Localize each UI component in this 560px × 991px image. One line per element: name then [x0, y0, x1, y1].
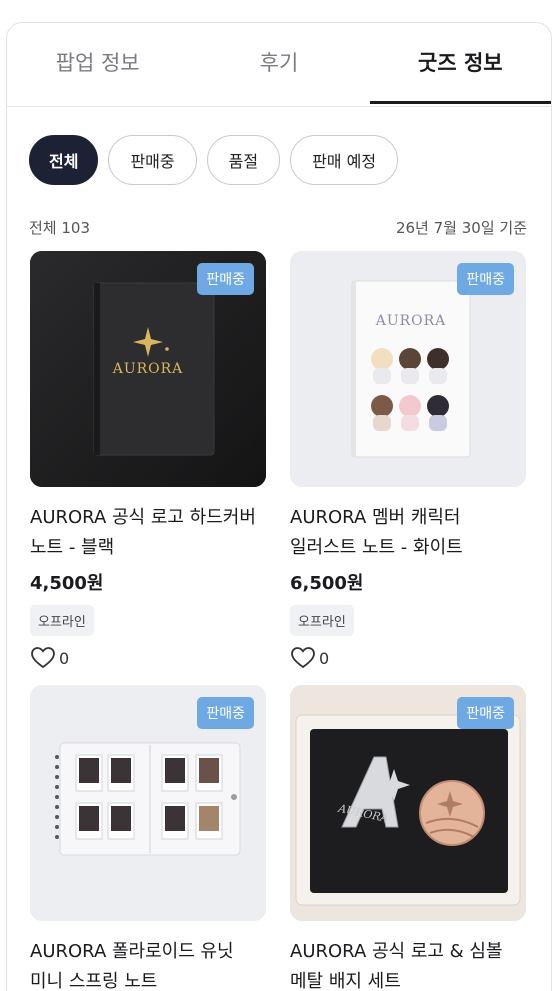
heart-icon: [291, 647, 315, 669]
thumb-logo-text: AURORA: [112, 361, 184, 377]
product-title-line1: AURORA 공식 로고 하드커버: [30, 507, 256, 528]
product-image-polaroid-notebook[interactable]: 판매중: [30, 685, 266, 921]
product-title[interactable]: AURORA 폴라로이드 유닛 미니 스프링 노트: [30, 937, 268, 991]
like-button[interactable]: 0: [30, 646, 268, 670]
filter-chips: 전체 판매중 품절 판매 예정: [29, 135, 399, 185]
product-card[interactable]: AURORA 판매중 AURORA 공식 로고 & 심볼 메탈 배지 세트: [290, 685, 528, 991]
active-tab-indicator: [370, 101, 551, 104]
product-card[interactable]: AURORA 판매중 AURORA 멤버 캐릭터 일러스트 노트 - 화이트 6…: [290, 251, 528, 670]
product-price: 4,500원: [30, 573, 104, 594]
status-badge: 판매중: [197, 697, 254, 729]
product-price: 6,500원: [290, 573, 364, 594]
like-count: 0: [59, 648, 70, 668]
product-image-black-notebook[interactable]: AURORA 판매중: [30, 251, 266, 487]
product-title-line2: 미니 스프링 노트: [30, 971, 158, 991]
product-title-line1: AURORA 멤버 캐릭터: [290, 507, 461, 528]
heart-icon: [31, 647, 55, 669]
channel-tag: 오프라인: [290, 605, 354, 636]
product-image-character-notebook[interactable]: AURORA 판매중: [290, 251, 526, 487]
product-title-line2: 일러스트 노트 - 화이트: [290, 537, 463, 558]
goods-panel: 팝업 정보 후기 굿즈 정보 전체 판매중 품절 판매 예정 전체 103 26…: [6, 22, 552, 991]
channel-tag: 오프라인: [30, 605, 94, 636]
total-count: 전체 103: [29, 219, 90, 237]
status-badge: 판매중: [457, 263, 514, 295]
product-title-line1: AURORA 공식 로고 & 심볼: [290, 941, 503, 962]
product-title-line2: 노트 - 블랙: [30, 537, 115, 558]
product-title[interactable]: AURORA 멤버 캐릭터 일러스트 노트 - 화이트: [290, 503, 528, 563]
filter-chip-upcoming[interactable]: 판매 예정: [290, 135, 399, 185]
product-card[interactable]: 판매중 AURORA 폴라로이드 유닛 미니 스프링 노트: [30, 685, 268, 991]
filter-chip-all[interactable]: 전체: [29, 135, 99, 185]
filter-chip-sold-out[interactable]: 품절: [206, 135, 281, 185]
status-badge: 판매중: [197, 263, 254, 295]
product-title-line2: 메탈 배지 세트: [290, 971, 401, 991]
tab-reviews[interactable]: 후기: [188, 23, 369, 106]
status-badge: 판매중: [457, 697, 514, 729]
tab-bar: 팝업 정보 후기 굿즈 정보: [7, 23, 551, 107]
tab-goods-info[interactable]: 굿즈 정보: [370, 23, 551, 106]
thumb-logo-text: AURORA: [375, 313, 447, 329]
reference-date: 26년 7월 30일 기준: [395, 219, 527, 237]
product-title[interactable]: AURORA 공식 로고 하드커버 노트 - 블랙: [30, 503, 268, 563]
tab-popup-info[interactable]: 팝업 정보: [7, 23, 188, 106]
product-card[interactable]: AURORA 판매중 AURORA 공식 로고 하드커버 노트 - 블랙 4,5…: [30, 251, 268, 670]
product-title-line1: AURORA 폴라로이드 유닛: [30, 941, 234, 962]
like-button[interactable]: 0: [290, 646, 528, 670]
like-count: 0: [319, 648, 330, 668]
product-image-metal-badge-set[interactable]: AURORA 판매중: [290, 685, 526, 921]
product-title[interactable]: AURORA 공식 로고 & 심볼 메탈 배지 세트: [290, 937, 528, 991]
list-summary: 전체 103 26년 7월 30일 기준: [29, 217, 527, 238]
filter-chip-on-sale[interactable]: 판매중: [108, 135, 197, 185]
